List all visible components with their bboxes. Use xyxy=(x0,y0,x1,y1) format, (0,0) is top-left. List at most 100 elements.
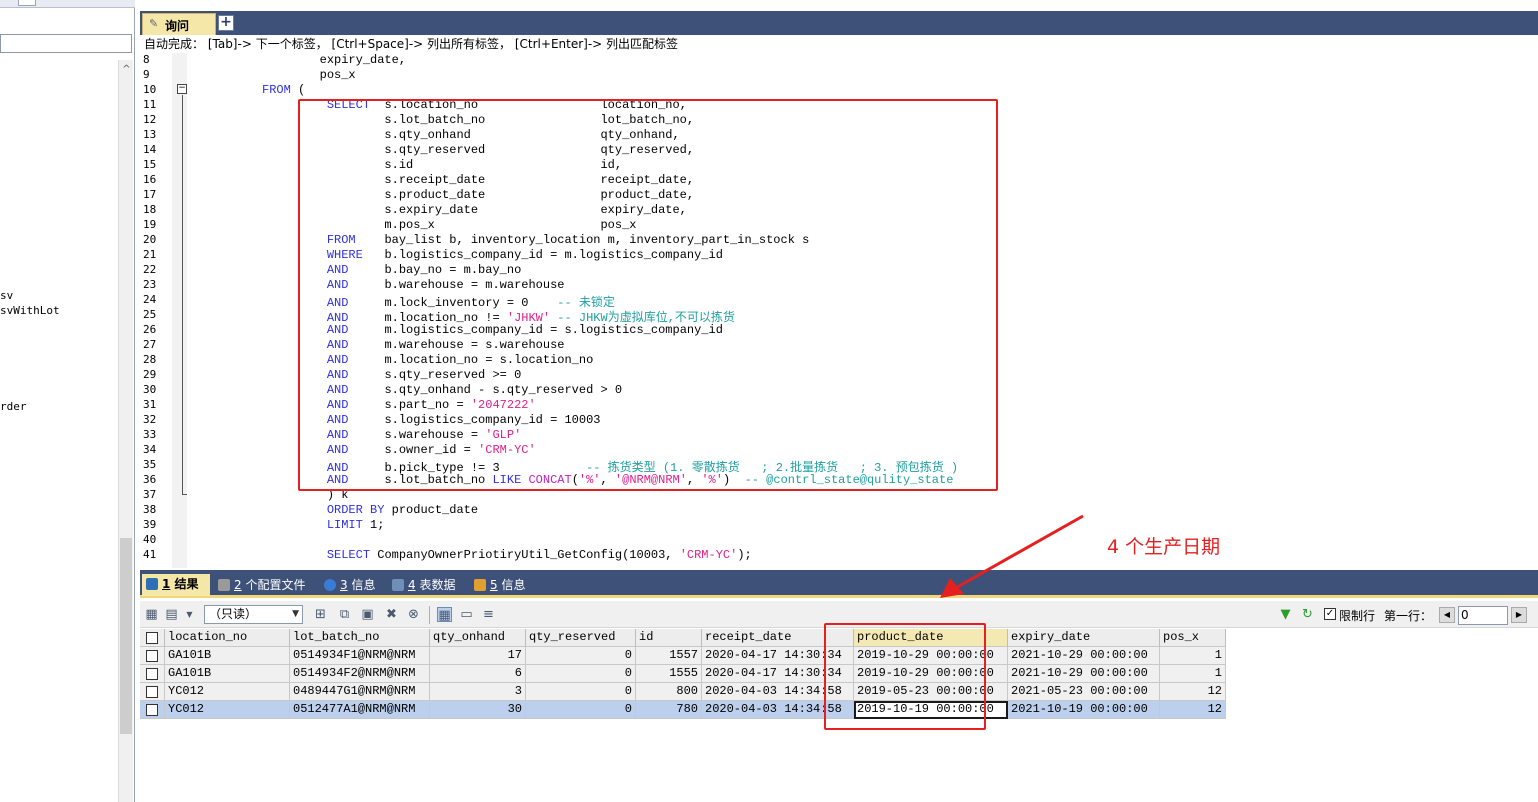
chevron-down-icon[interactable]: ▼ xyxy=(182,607,197,622)
line-number: 9 xyxy=(143,68,150,81)
row-checkbox[interactable] xyxy=(146,686,158,698)
row-selector[interactable] xyxy=(140,701,165,719)
filter-icon[interactable]: ▼ xyxy=(1278,607,1293,622)
refresh-icon[interactable]: ↻ xyxy=(1300,607,1315,622)
column-header[interactable]: lot_batch_no xyxy=(290,629,430,647)
save-icon[interactable]: ▣ xyxy=(360,607,375,622)
tab-profile[interactable]: 2 个配置文件 xyxy=(218,575,305,595)
table-icon xyxy=(146,578,158,590)
text-view-icon[interactable]: ≡ xyxy=(481,607,496,622)
table-cell[interactable]: 0489447G1@NRM@NRM xyxy=(290,683,430,701)
first-row-input[interactable]: 0 xyxy=(1458,606,1508,625)
table-cell[interactable]: 2021-10-29 00:00:00 xyxy=(1008,665,1160,683)
grid-view-icon[interactable]: ▦ xyxy=(437,607,452,623)
row-selector[interactable] xyxy=(140,629,165,647)
result-mode-select[interactable]: （只读） ▼ xyxy=(204,605,303,624)
cancel-changes-icon[interactable]: ⊗ xyxy=(406,607,421,622)
duplicate-row-icon[interactable]: ⧉ xyxy=(337,607,352,622)
table-cell[interactable]: 2021-05-23 00:00:00 xyxy=(1008,683,1160,701)
table-cell[interactable]: 30 xyxy=(430,701,526,719)
table-cell[interactable]: 17 xyxy=(430,647,526,665)
object-list-item[interactable]: svWithLot xyxy=(0,304,60,317)
table-cell[interactable]: 0 xyxy=(526,647,636,665)
fold-guide-end xyxy=(182,494,187,495)
column-header[interactable]: qty_reserved xyxy=(526,629,636,647)
table-cell[interactable]: YC012 xyxy=(165,683,290,701)
scroll-thumb[interactable] xyxy=(120,538,132,734)
row-checkbox[interactable] xyxy=(146,704,158,716)
sql-text: CompanyOwnerPriotiryUtil_GetConfig(10003… xyxy=(370,548,680,562)
table-cell[interactable]: 3 xyxy=(430,683,526,701)
table-cell[interactable]: 800 xyxy=(636,683,702,701)
table-cell[interactable]: 1555 xyxy=(636,665,702,683)
table-cell[interactable]: 2021-10-19 00:00:00 xyxy=(1008,701,1160,719)
form-view-icon[interactable]: ▭ xyxy=(459,607,474,622)
scroll-up-icon[interactable]: ^ xyxy=(119,64,134,75)
limit-rows-checkbox[interactable]: ✓ xyxy=(1324,608,1336,620)
delete-icon[interactable]: ✖ xyxy=(384,607,399,622)
table-cell[interactable]: GA101B xyxy=(165,665,290,683)
column-header[interactable]: qty_onhand xyxy=(430,629,526,647)
tab-results[interactable]: 1 结果 xyxy=(142,574,210,596)
previous-page-icon[interactable]: ◀ xyxy=(1439,607,1455,623)
table-cell[interactable]: YC012 xyxy=(165,701,290,719)
code-line[interactable]: SELECT CompanyOwnerPriotiryUtil_GetConfi… xyxy=(190,548,752,562)
export-icon[interactable]: ▦ xyxy=(144,607,159,622)
code-line[interactable]: FROM ( xyxy=(190,83,305,97)
row-selector[interactable] xyxy=(140,665,165,683)
table-cell[interactable]: 0512477A1@NRM@NRM xyxy=(290,701,430,719)
column-header[interactable]: expiry_date xyxy=(1008,629,1160,647)
line-number: 13 xyxy=(143,128,157,141)
annotation-arrow xyxy=(940,514,1084,598)
row-selector[interactable] xyxy=(140,647,165,665)
column-header[interactable]: location_no xyxy=(165,629,290,647)
table-cell[interactable]: 1 xyxy=(1160,665,1226,683)
column-header[interactable]: id xyxy=(636,629,702,647)
line-number: 12 xyxy=(143,113,157,126)
select-all-checkbox[interactable] xyxy=(146,632,158,644)
row-checkbox[interactable] xyxy=(146,668,158,680)
table-cell[interactable]: 0 xyxy=(526,701,636,719)
code-line[interactable]: LIMIT 1; xyxy=(190,518,385,532)
table-cell[interactable]: 0514934F1@NRM@NRM xyxy=(290,647,430,665)
table-cell[interactable]: 0 xyxy=(526,665,636,683)
table-cell[interactable]: 12 xyxy=(1160,683,1226,701)
import-icon[interactable]: ▤ xyxy=(164,607,179,622)
fold-toggle-icon[interactable]: − xyxy=(177,84,187,94)
table-cell[interactable]: 12 xyxy=(1160,701,1226,719)
tab-number: 5 xyxy=(490,578,498,592)
object-filter-input[interactable] xyxy=(0,34,132,53)
line-number: 21 xyxy=(143,248,157,261)
table-cell[interactable]: 1 xyxy=(1160,647,1226,665)
left-panel-scrollbar[interactable]: ^ xyxy=(118,60,133,802)
autocomplete-hint: 自动完成： [Tab]-> 下一个标签， [Ctrl+Space]-> 列出所有… xyxy=(140,36,1538,53)
line-number: 16 xyxy=(143,173,157,186)
tab-label: 结果 xyxy=(174,577,199,591)
add-row-icon[interactable]: ⊞ xyxy=(313,607,328,622)
tab-query[interactable]: ✎ 询问 xyxy=(142,13,216,35)
table-cell[interactable]: 1557 xyxy=(636,647,702,665)
code-line[interactable]: expiry_date, xyxy=(190,53,406,67)
table-cell[interactable]: 6 xyxy=(430,665,526,683)
column-header[interactable]: pos_x xyxy=(1160,629,1226,647)
object-list-item[interactable]: sv xyxy=(0,289,13,302)
object-list-item[interactable]: rder xyxy=(0,400,27,413)
table-cell[interactable]: 0 xyxy=(526,683,636,701)
code-line[interactable]: ORDER BY product_date xyxy=(190,503,478,517)
new-tab-button[interactable]: + xyxy=(218,15,234,31)
next-page-icon[interactable]: ▶ xyxy=(1511,607,1527,623)
tab-number: 4 xyxy=(408,578,416,592)
table-cell[interactable]: 0514934F2@NRM@NRM xyxy=(290,665,430,683)
code-line[interactable]: pos_x xyxy=(190,68,356,82)
left-panel-tab-stub[interactable] xyxy=(18,0,36,6)
table-cell[interactable]: 2021-10-29 00:00:00 xyxy=(1008,647,1160,665)
table-cell[interactable]: GA101B xyxy=(165,647,290,665)
table-cell[interactable]: 780 xyxy=(636,701,702,719)
row-selector[interactable] xyxy=(140,683,165,701)
tab-info[interactable]: 3 信息 xyxy=(324,575,375,595)
tab-table-data[interactable]: 4 表数据 xyxy=(392,575,455,595)
tab-info-2[interactable]: 5 信息 xyxy=(474,575,525,595)
line-number: 37 xyxy=(143,488,157,501)
row-checkbox[interactable] xyxy=(146,650,158,662)
